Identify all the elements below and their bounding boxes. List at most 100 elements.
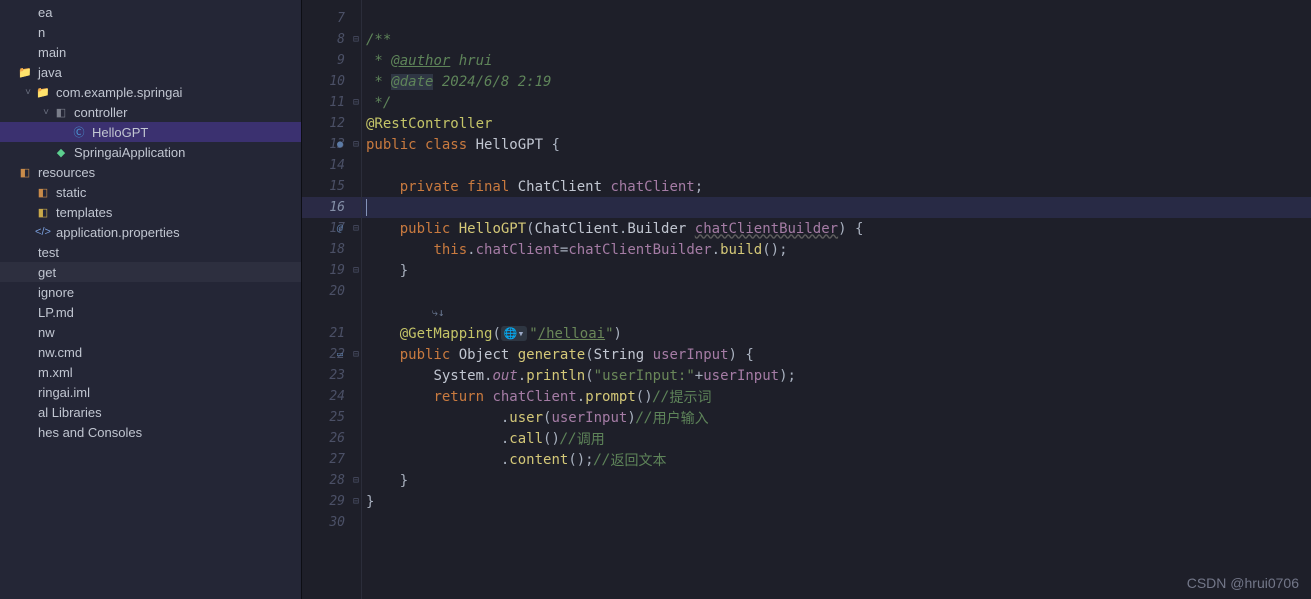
code-line[interactable]: .user(userInput)//用户输入: [362, 407, 1311, 428]
code-token: (: [585, 347, 593, 363]
code-line[interactable]: /**: [362, 29, 1311, 50]
tree-item[interactable]: ea: [0, 2, 301, 22]
tree-item[interactable]: LP.md: [0, 302, 301, 322]
tree-item[interactable]: ignore: [0, 282, 301, 302]
line-number[interactable]: 18: [302, 239, 361, 260]
tree-item[interactable]: 📁java: [0, 62, 301, 82]
fold-toggle-icon[interactable]: ⊟: [353, 139, 359, 150]
file-type-icon: ◆: [52, 146, 70, 159]
code-token: /**: [366, 32, 391, 48]
code-line[interactable]: return chatClient.prompt()//提示词: [362, 386, 1311, 407]
line-number[interactable]: 21: [302, 323, 361, 344]
fold-toggle-icon[interactable]: ⊟: [353, 349, 359, 360]
fold-toggle-icon[interactable]: ⊟: [353, 223, 359, 234]
tree-item[interactable]: ⒸHelloGPT: [0, 122, 301, 142]
code-editor[interactable]: /** * @author hrui * @date 2024/6/8 2:19…: [362, 0, 1311, 599]
code-line[interactable]: @RestController: [362, 113, 1311, 134]
code-line[interactable]: public Object generate(String userInput)…: [362, 344, 1311, 365]
code-line[interactable]: [362, 197, 1311, 218]
line-number[interactable]: 17@⊟: [302, 218, 361, 239]
fold-toggle-icon[interactable]: ⊟: [353, 496, 359, 507]
line-number[interactable]: 20: [302, 281, 361, 302]
code-line[interactable]: ⤷↓: [362, 302, 1311, 323]
tree-item[interactable]: </>application.properties: [0, 222, 301, 242]
inlay-hint-icon[interactable]: 🌐▾: [501, 326, 527, 341]
line-number[interactable]: 24: [302, 386, 361, 407]
code-line[interactable]: }: [362, 260, 1311, 281]
line-number[interactable]: 15: [302, 176, 361, 197]
code-line[interactable]: * @date 2024/6/8 2:19: [362, 71, 1311, 92]
code-line[interactable]: .content();//返回文本: [362, 449, 1311, 470]
line-number[interactable]: 12: [302, 113, 361, 134]
tree-item[interactable]: nw: [0, 322, 301, 342]
tree-item[interactable]: ◧templates: [0, 202, 301, 222]
line-number[interactable]: 26: [302, 428, 361, 449]
code-line[interactable]: private final ChatClient chatClient;: [362, 176, 1311, 197]
tree-item[interactable]: ◧resources: [0, 162, 301, 182]
line-number[interactable]: 23: [302, 365, 361, 386]
tree-item[interactable]: ◆SpringaiApplication: [0, 142, 301, 162]
code-line[interactable]: .call()//调用: [362, 428, 1311, 449]
code-line[interactable]: public HelloGPT(ChatClient.Builder chatC…: [362, 218, 1311, 239]
line-number[interactable]: 8⊟: [302, 29, 361, 50]
line-number[interactable]: 16: [302, 197, 361, 218]
fold-toggle-icon[interactable]: ⊟: [353, 265, 359, 276]
tree-item[interactable]: get: [0, 262, 301, 282]
line-number[interactable]: 22▭⊟: [302, 344, 361, 365]
fold-toggle-icon[interactable]: ⊟: [353, 475, 359, 486]
fold-toggle-icon[interactable]: ⊟: [353, 97, 359, 108]
tree-item[interactable]: test: [0, 242, 301, 262]
line-number[interactable]: 28⊟: [302, 470, 361, 491]
code-line[interactable]: this.chatClient=chatClientBuilder.build(…: [362, 239, 1311, 260]
code-token: (: [526, 221, 534, 237]
code-line[interactable]: @GetMapping(🌐▾"/helloai"): [362, 323, 1311, 344]
code-token: (): [543, 431, 560, 447]
code-token: +: [695, 368, 703, 384]
line-number[interactable]: 25: [302, 407, 361, 428]
line-number[interactable]: 11⊟: [302, 92, 361, 113]
code-line[interactable]: }: [362, 491, 1311, 512]
line-number[interactable]: [302, 302, 361, 323]
line-number[interactable]: 14: [302, 155, 361, 176]
chevron-down-icon[interactable]: ˅: [40, 107, 52, 118]
tree-item[interactable]: m.xml: [0, 362, 301, 382]
tree-item[interactable]: main: [0, 42, 301, 62]
line-number[interactable]: 10: [302, 71, 361, 92]
tree-item[interactable]: hes and Consoles: [0, 422, 301, 442]
tree-item[interactable]: ˅◧controller: [0, 102, 301, 122]
code-line[interactable]: }: [362, 470, 1311, 491]
line-number[interactable]: 9: [302, 50, 361, 71]
line-number[interactable]: 27: [302, 449, 361, 470]
code-token: (): [636, 389, 653, 405]
code-line[interactable]: public class HelloGPT {: [362, 134, 1311, 155]
code-line[interactable]: [362, 8, 1311, 29]
tree-item[interactable]: ringai.iml: [0, 382, 301, 402]
code-token: println: [526, 368, 585, 384]
gutter-marker-icon[interactable]: @: [337, 223, 343, 234]
code-line[interactable]: */: [362, 92, 1311, 113]
code-line[interactable]: * @author hrui: [362, 50, 1311, 71]
tree-item[interactable]: ◧static: [0, 182, 301, 202]
line-number[interactable]: 29⊟: [302, 491, 361, 512]
line-number[interactable]: 30: [302, 512, 361, 533]
code-token: private final: [400, 179, 518, 195]
tree-item[interactable]: nw.cmd: [0, 342, 301, 362]
code-line[interactable]: System.out.println("userInput:"+userInpu…: [362, 365, 1311, 386]
line-number[interactable]: 7: [302, 8, 361, 29]
editor-gutter: 78⊟91011⊟1213●⊟14151617@⊟1819⊟202122▭⊟23…: [302, 0, 362, 599]
chevron-down-icon[interactable]: ˅: [22, 87, 34, 98]
gutter-marker-icon[interactable]: ▭: [337, 349, 343, 360]
gutter-marker-icon[interactable]: ●: [337, 139, 343, 150]
fold-toggle-icon[interactable]: ⊟: [353, 34, 359, 45]
code-token: ;: [695, 179, 703, 195]
line-number[interactable]: 13●⊟: [302, 134, 361, 155]
project-tree-sidebar[interactable]: eanmain📁java˅📁com.example.springai˅◧cont…: [0, 0, 302, 599]
tree-item[interactable]: n: [0, 22, 301, 42]
code-line[interactable]: [362, 512, 1311, 533]
tree-item[interactable]: ˅📁com.example.springai: [0, 82, 301, 102]
code-line[interactable]: [362, 155, 1311, 176]
code-line[interactable]: [362, 281, 1311, 302]
line-number[interactable]: 19⊟: [302, 260, 361, 281]
code-token: public: [400, 347, 459, 363]
tree-item[interactable]: al Libraries: [0, 402, 301, 422]
